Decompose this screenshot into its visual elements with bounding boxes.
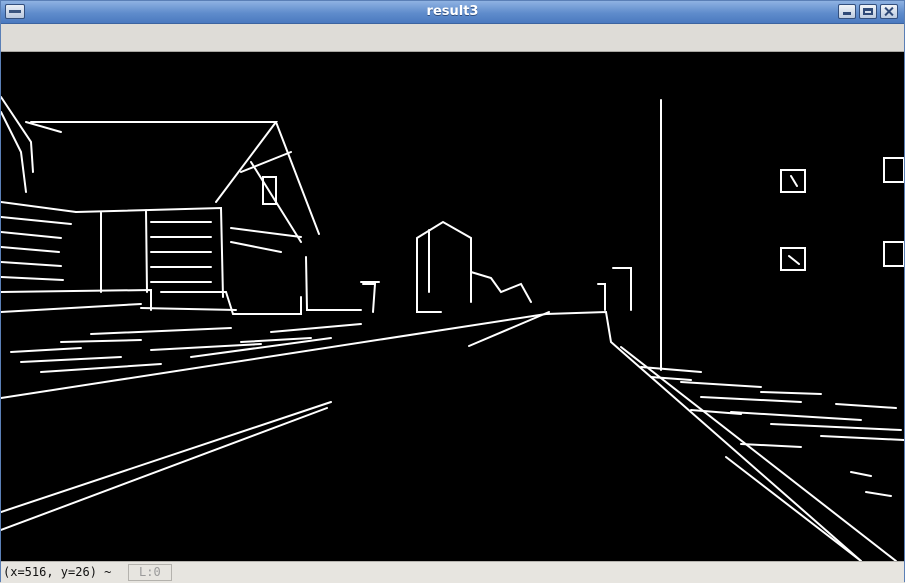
cursor-coordinates: (x=516, y=26) ~ bbox=[3, 565, 112, 579]
level-indicator: L:0 bbox=[128, 564, 172, 581]
minimize-button[interactable] bbox=[838, 4, 856, 19]
maximize-button[interactable] bbox=[859, 4, 877, 19]
edge-detection-image[interactable] bbox=[1, 52, 904, 561]
toolbar-strip bbox=[1, 24, 904, 52]
close-button[interactable] bbox=[880, 4, 898, 19]
status-bar: (x=516, y=26) ~ L:0 bbox=[1, 561, 904, 583]
window-title: result3 bbox=[426, 4, 479, 19]
maximize-icon bbox=[863, 8, 873, 15]
title-bar[interactable]: result3 bbox=[1, 1, 904, 24]
app-window: result3 (x=516, y=26) ~ L:0 bbox=[0, 0, 905, 583]
edge-image-render bbox=[1, 52, 904, 561]
minimize-icon bbox=[843, 12, 851, 15]
